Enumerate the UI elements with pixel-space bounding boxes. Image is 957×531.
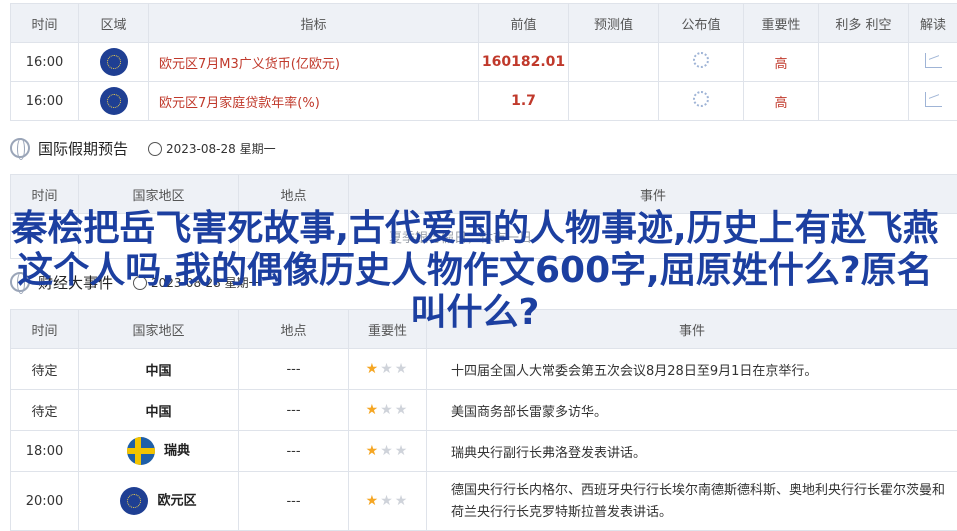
- importance-stars: ★★★: [349, 431, 427, 472]
- table-row: 待定 中国 --- ★★★ 美国商务部长雷蒙多访华。: [11, 390, 957, 431]
- event-time: 待定: [11, 349, 79, 390]
- sweden-flag-icon: [127, 437, 155, 465]
- event-text: 瑞典央行副行长弗洛登发表讲话。: [427, 431, 957, 472]
- forecast-value: [569, 82, 659, 121]
- table-row: 18:00 瑞典 --- ★★★ 瑞典央行副行长弗洛登发表讲话。: [11, 431, 957, 472]
- holiday-title: 国际假期预告: [38, 138, 128, 159]
- star-icon: ★: [380, 443, 395, 459]
- star-icon: ★: [366, 361, 381, 377]
- star-icon: ★: [366, 443, 381, 459]
- indicators-header-row: 时间 区域 指标 前值 预测值 公布值 重要性 利多 利空 解读: [11, 4, 957, 43]
- impact-value: [819, 82, 909, 121]
- eu-flag-icon: [120, 487, 148, 515]
- event-text: 十四届全国人大常委会第五次会议8月28日至9月1日在京举行。: [427, 349, 957, 390]
- importance-stars: ★★★: [349, 472, 427, 531]
- star-icon: ★: [366, 402, 381, 418]
- table-row[interactable]: 16:00 欧元区7月M3广义货币(亿欧元) 160182.01 高: [11, 43, 957, 82]
- col-indicator: 指标: [149, 4, 479, 43]
- prev-value: 160182.01: [479, 43, 569, 82]
- table-row: 20:00 欧元区 --- ★★★ 德国央行行长内格尔、西班牙央行行长埃尔南德斯…: [11, 472, 957, 531]
- star-icon: ★: [395, 493, 410, 509]
- col-analysis: 解读: [909, 4, 957, 43]
- eu-flag-icon: [100, 87, 128, 115]
- col-time: 时间: [11, 4, 79, 43]
- event-time: 待定: [11, 390, 79, 431]
- event-time: 20:00: [11, 472, 79, 531]
- prev-value: 1.7: [479, 82, 569, 121]
- event-time: 18:00: [11, 431, 79, 472]
- event-region: 瑞典: [164, 444, 190, 459]
- event-place: ---: [239, 431, 349, 472]
- col-forecast: 预测值: [569, 4, 659, 43]
- star-icon: ★: [366, 493, 381, 509]
- event-place: ---: [239, 390, 349, 431]
- indicator-name-link[interactable]: 欧元区7月家庭贷款年率(%): [149, 82, 479, 121]
- star-icon: ★: [395, 443, 410, 459]
- indicators-table: 时间 区域 指标 前值 预测值 公布值 重要性 利多 利空 解读 16:00 欧…: [10, 3, 957, 121]
- forecast-value: [569, 43, 659, 82]
- importance-stars: ★★★: [349, 390, 427, 431]
- overlay-title: 秦桧把岳飞害死故事,古代爱国的人物事迹,历史上有赵飞燕这个人吗,我的偶像历史人物…: [10, 208, 940, 334]
- star-icon: ★: [395, 402, 410, 418]
- event-text: 美国商务部长雷蒙多访华。: [427, 390, 957, 431]
- col-prev: 前值: [479, 4, 569, 43]
- loading-icon: [693, 91, 709, 107]
- clock-icon: [148, 142, 162, 156]
- event-region: 欧元区: [158, 494, 197, 509]
- impact-value: [819, 43, 909, 82]
- table-row: 待定 中国 --- ★★★ 十四届全国人大常委会第五次会议8月28日至9月1日在…: [11, 349, 957, 390]
- holiday-section-header: 国际假期预告 2023-08-28 星期一: [10, 136, 276, 160]
- star-icon: ★: [380, 402, 395, 418]
- event-text: 德国央行行长内格尔、西班牙央行行长埃尔南德斯德科斯、奥地利央行行长霍尔茨曼和荷兰…: [427, 472, 957, 531]
- event-place: ---: [239, 472, 349, 531]
- col-impact: 利多 利空: [819, 4, 909, 43]
- importance-value: 高: [744, 82, 819, 121]
- chart-icon[interactable]: [925, 92, 942, 107]
- eu-flag-icon: [100, 48, 128, 76]
- finance-table: 时间 国家地区 地点 重要性 事件 待定 中国 --- ★★★ 十四届全国人大常…: [10, 309, 957, 531]
- importance-stars: ★★★: [349, 349, 427, 390]
- row-time: 16:00: [11, 82, 79, 121]
- event-region: 中国: [79, 390, 239, 431]
- row-time: 16:00: [11, 43, 79, 82]
- event-place: ---: [239, 349, 349, 390]
- star-icon: ★: [380, 493, 395, 509]
- col-actual: 公布值: [659, 4, 744, 43]
- importance-value: 高: [744, 43, 819, 82]
- col-region: 区域: [79, 4, 149, 43]
- loading-icon: [693, 52, 709, 68]
- globe-icon: [10, 138, 30, 158]
- table-row[interactable]: 16:00 欧元区7月家庭贷款年率(%) 1.7 高: [11, 82, 957, 121]
- col-importance: 重要性: [744, 4, 819, 43]
- event-region: 中国: [79, 349, 239, 390]
- holiday-date: 2023-08-28 星期一: [166, 142, 276, 156]
- star-icon: ★: [380, 361, 395, 377]
- indicator-name-link[interactable]: 欧元区7月M3广义货币(亿欧元): [149, 43, 479, 82]
- chart-icon[interactable]: [925, 53, 942, 68]
- star-icon: ★: [395, 361, 410, 377]
